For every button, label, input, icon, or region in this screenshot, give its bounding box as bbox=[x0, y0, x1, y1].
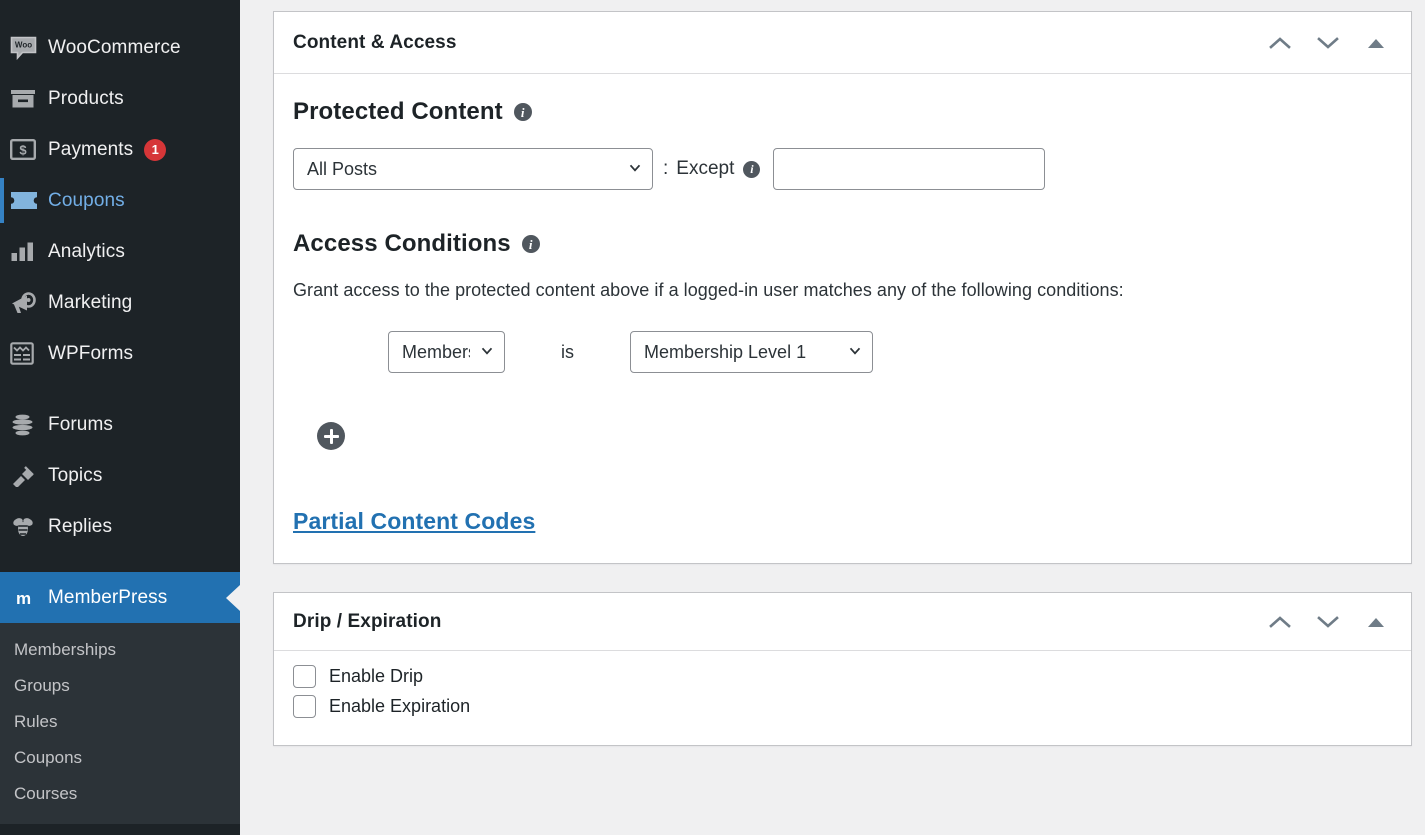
topics-icon bbox=[10, 464, 44, 488]
panel-header-drip-expiration: Drip / Expiration bbox=[274, 593, 1411, 651]
sidebar-item-coupons[interactable]: Coupons bbox=[0, 175, 240, 226]
admin-sidebar: Woo WooCommerce Products bbox=[0, 0, 240, 835]
content-type-select[interactable]: All Posts bbox=[293, 148, 653, 190]
sidebar-subitem-groups[interactable]: Groups bbox=[0, 668, 240, 704]
panel-header-content-access: Content & Access bbox=[274, 12, 1411, 74]
sidebar-item-label: Analytics bbox=[48, 241, 125, 263]
panel-body-content-access: Protected Content i All Posts : Except i… bbox=[274, 74, 1411, 563]
panel-title: Drip / Expiration bbox=[293, 611, 1265, 633]
panel-body-drip-expiration: Enable Drip Enable Expiration bbox=[274, 651, 1411, 745]
sidebar-item-marketing[interactable]: Marketing bbox=[0, 277, 240, 328]
info-icon[interactable]: i bbox=[522, 235, 540, 253]
sidebar-item-payments[interactable]: $ Payments 1 bbox=[0, 124, 240, 175]
protected-content-heading: Protected Content i bbox=[293, 98, 1391, 126]
enable-expiration-row: Enable Expiration bbox=[293, 695, 1391, 718]
app-screen: Woo WooCommerce Products bbox=[0, 0, 1425, 835]
sidebar-item-forums[interactable]: Forums bbox=[0, 399, 240, 450]
access-conditions-heading: Access Conditions i bbox=[293, 230, 1391, 258]
except-input[interactable] bbox=[773, 148, 1045, 190]
sidebar-item-topics[interactable]: Topics bbox=[0, 450, 240, 501]
sidebar-item-memberpress[interactable]: m MemberPress bbox=[0, 572, 240, 623]
move-down-icon[interactable] bbox=[1313, 28, 1343, 58]
payments-money-icon: $ bbox=[10, 138, 44, 162]
sidebar-item-label: Marketing bbox=[48, 292, 132, 314]
sidebar-item-wpforms[interactable]: WPForms bbox=[0, 328, 240, 379]
panel-actions bbox=[1265, 607, 1391, 637]
sidebar-item-label: Replies bbox=[48, 516, 112, 538]
chevron-down-icon bbox=[481, 345, 493, 357]
condition-type-select[interactable]: Membership bbox=[388, 331, 505, 373]
sidebar-item-label: Products bbox=[48, 88, 124, 110]
sidebar-item-replies[interactable]: Replies bbox=[0, 501, 240, 552]
access-conditions-heading-text: Access Conditions bbox=[293, 230, 511, 258]
enable-expiration-checkbox[interactable] bbox=[293, 695, 316, 718]
sidebar-subitem-rules[interactable]: Rules bbox=[0, 704, 240, 740]
info-icon[interactable]: i bbox=[514, 103, 532, 121]
move-up-icon[interactable] bbox=[1265, 28, 1295, 58]
add-condition-button[interactable] bbox=[317, 422, 345, 450]
condition-value-select[interactable]: Membership Level 1 bbox=[630, 331, 873, 373]
toggle-panel-icon[interactable] bbox=[1361, 28, 1391, 58]
svg-text:Woo: Woo bbox=[15, 40, 32, 49]
move-down-icon[interactable] bbox=[1313, 607, 1343, 637]
protected-content-heading-text: Protected Content bbox=[293, 98, 503, 126]
memberpress-m-icon: m bbox=[10, 586, 44, 610]
plus-icon bbox=[324, 429, 339, 444]
content-type-select-value: All Posts bbox=[307, 159, 377, 180]
replies-bee-icon bbox=[10, 515, 44, 539]
access-conditions-description: Grant access to the protected content ab… bbox=[293, 280, 1391, 301]
separator-colon: : bbox=[663, 158, 668, 180]
condition-value-select-value: Membership Level 1 bbox=[644, 342, 806, 363]
woocommerce-icon: Woo bbox=[10, 36, 44, 60]
sidebar-subitem-courses[interactable]: Courses bbox=[0, 776, 240, 812]
sidebar-item-woocommerce[interactable]: Woo WooCommerce bbox=[0, 22, 240, 73]
panel-title: Content & Access bbox=[293, 32, 1265, 54]
enable-drip-row: Enable Drip bbox=[293, 665, 1391, 688]
payments-badge-count: 1 bbox=[144, 139, 166, 161]
enable-drip-label[interactable]: Enable Drip bbox=[329, 666, 423, 687]
partial-content-codes-link[interactable]: Partial Content Codes bbox=[293, 508, 535, 535]
analytics-bars-icon bbox=[10, 240, 44, 264]
sidebar-item-label: WPForms bbox=[48, 343, 133, 365]
panel-drip-expiration: Drip / Expiration Enable Drip bbox=[273, 592, 1412, 746]
forums-icon bbox=[10, 413, 44, 437]
sidebar-subitem-memberships[interactable]: Memberships bbox=[0, 632, 240, 668]
condition-operator: is bbox=[505, 342, 630, 363]
panel-content-access: Content & Access Protected Content bbox=[273, 11, 1412, 564]
chevron-down-icon bbox=[629, 162, 641, 174]
info-icon[interactable]: i bbox=[743, 161, 760, 178]
sidebar-subitem-coupons[interactable]: Coupons bbox=[0, 740, 240, 776]
coupon-ticket-icon bbox=[10, 189, 44, 213]
sidebar-item-analytics[interactable]: Analytics bbox=[0, 226, 240, 277]
main-content: Content & Access Protected Content bbox=[240, 0, 1425, 835]
sidebar-item-label: Forums bbox=[48, 414, 113, 436]
svg-text:$: $ bbox=[19, 143, 27, 158]
wpforms-clipboard-icon bbox=[10, 342, 44, 366]
except-label: Except bbox=[676, 158, 734, 180]
sidebar-item-products[interactable]: Products bbox=[0, 73, 240, 124]
memberpress-submenu: Memberships Groups Rules Coupons Courses bbox=[0, 623, 240, 824]
sidebar-item-label: MemberPress bbox=[48, 587, 167, 609]
toggle-panel-icon[interactable] bbox=[1361, 607, 1391, 637]
enable-expiration-label[interactable]: Enable Expiration bbox=[329, 696, 470, 717]
protected-content-row: All Posts : Except i bbox=[293, 148, 1391, 190]
panel-actions bbox=[1265, 28, 1391, 58]
sidebar-menu-group-1: Woo WooCommerce Products bbox=[0, 0, 240, 824]
products-box-icon bbox=[10, 87, 44, 111]
svg-text:m: m bbox=[16, 589, 31, 608]
chevron-down-icon bbox=[849, 345, 861, 357]
condition-type-select-value: Membership bbox=[402, 342, 470, 363]
sidebar-item-label: WooCommerce bbox=[48, 37, 181, 59]
sidebar-separator bbox=[0, 379, 240, 399]
sidebar-separator-2 bbox=[0, 552, 240, 572]
sidebar-item-label: Coupons bbox=[48, 190, 125, 212]
enable-drip-checkbox[interactable] bbox=[293, 665, 316, 688]
sidebar-item-label: Topics bbox=[48, 465, 102, 487]
marketing-megaphone-icon bbox=[10, 291, 44, 315]
sidebar-item-label: Payments bbox=[48, 139, 133, 161]
move-up-icon[interactable] bbox=[1265, 607, 1295, 637]
access-condition-row: Membership is Membership Level 1 bbox=[293, 331, 1391, 373]
